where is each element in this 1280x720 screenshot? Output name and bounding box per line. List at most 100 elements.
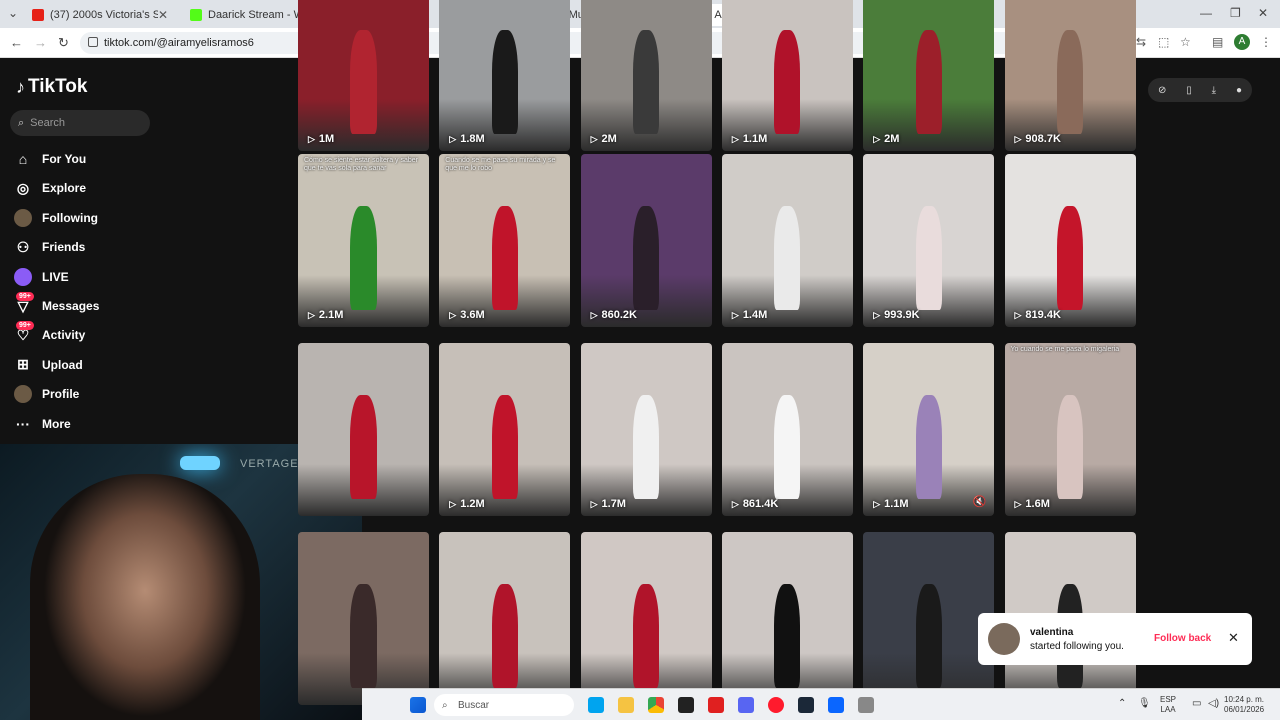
sidebar-item-upload[interactable]: ⊞ Upload bbox=[14, 356, 83, 374]
sidebar-item-friends[interactable]: ⚇ Friends bbox=[14, 238, 86, 256]
view-count: ▷ 1.8M bbox=[449, 133, 484, 145]
sidebar-item-profile[interactable]: Profile bbox=[14, 385, 79, 404]
obs-icon[interactable] bbox=[678, 697, 694, 713]
forward-icon[interactable]: → bbox=[34, 35, 47, 50]
discord-icon[interactable] bbox=[738, 697, 754, 713]
follow-back-button[interactable]: Follow back bbox=[1154, 633, 1211, 644]
url-text: tiktok.com/@airamyelisramos6 bbox=[104, 37, 254, 49]
file-explorer-icon[interactable] bbox=[618, 697, 634, 713]
download-icon[interactable]: ⤓ bbox=[1212, 85, 1216, 96]
follower-avatar[interactable] bbox=[988, 623, 1020, 655]
sidebar-item-following[interactable]: Following bbox=[14, 208, 98, 227]
video-thumbnail[interactable]: ▷ 1M bbox=[298, 0, 429, 151]
clock[interactable]: 10:24 p. m. 06/01/2026 bbox=[1224, 695, 1264, 715]
video-thumbnail[interactable]: Cómo se siente estar soltera y saber que… bbox=[298, 154, 429, 327]
site-info-icon[interactable] bbox=[88, 37, 98, 47]
settings-icon[interactable] bbox=[858, 697, 874, 713]
taskbar-search-placeholder: Buscar bbox=[458, 699, 490, 711]
tiktok-logo[interactable]: ♪ TikTok bbox=[16, 76, 87, 98]
chrome-icon[interactable] bbox=[648, 697, 664, 713]
webcam-light bbox=[180, 456, 220, 470]
thumbnail-figure bbox=[632, 205, 660, 310]
mute-icon[interactable]: 🔇 bbox=[972, 495, 986, 508]
play-icon: ▷ bbox=[590, 133, 598, 144]
avatar-icon[interactable]: ● bbox=[1236, 85, 1242, 96]
app-red-icon[interactable] bbox=[708, 697, 724, 713]
video-thumbnail[interactable] bbox=[298, 532, 429, 705]
video-thumbnail[interactable]: ▷ 993.9K bbox=[863, 154, 995, 327]
maximize-icon[interactable]: ❐ bbox=[1230, 6, 1241, 20]
clock-date: 06/01/2026 bbox=[1224, 705, 1265, 714]
video-thumbnail[interactable]: Yo cuando se me pasa lo migaleria ▷ 1.6M bbox=[1004, 343, 1136, 516]
video-thumbnail[interactable]: ▷ 861.4K bbox=[721, 343, 853, 516]
close-window-icon[interactable]: ✕ bbox=[1258, 6, 1268, 20]
view-count-text: 2M bbox=[601, 133, 617, 145]
thumbnail-figure bbox=[350, 29, 377, 134]
video-thumbnail[interactable]: ▷ 1.8M bbox=[439, 0, 571, 151]
video-thumbnail[interactable]: ▷ 1.1M bbox=[721, 0, 853, 151]
tab-search-icon[interactable]: ⌄ bbox=[8, 6, 18, 20]
start-icon[interactable] bbox=[410, 697, 426, 713]
search-input[interactable]: ⌕ Search bbox=[10, 110, 150, 136]
play-icon: ▷ bbox=[873, 498, 881, 509]
minimize-icon[interactable]: — bbox=[1200, 6, 1212, 20]
opera-icon[interactable] bbox=[768, 697, 784, 713]
app-blue-icon[interactable] bbox=[828, 697, 844, 713]
video-thumbnail[interactable]: ▷ 908.7K bbox=[1004, 0, 1136, 151]
steam-icon[interactable] bbox=[798, 697, 814, 713]
close-tab-icon[interactable]: ✕ bbox=[158, 8, 168, 22]
thumbnail-figure bbox=[774, 394, 801, 499]
sidebar-item-for-you[interactable]: ⌂ For You bbox=[14, 150, 86, 168]
tray-chevron-icon[interactable]: ⌃ bbox=[1118, 698, 1126, 711]
video-thumbnail[interactable]: ▷ 2M bbox=[863, 0, 995, 151]
live-icon bbox=[14, 267, 32, 286]
video-thumbnail[interactable]: ▷ 1.1M 🔇 bbox=[863, 343, 995, 516]
video-thumbnail[interactable] bbox=[298, 343, 429, 516]
floating-toolbar: ⊘ ▯ ⤓ ● bbox=[1148, 78, 1252, 102]
view-count-text: 1.6M bbox=[1025, 498, 1050, 510]
browser-tab[interactable]: (37) 2000s Victoria's Secret Mo✕ bbox=[24, 4, 176, 26]
view-count-text: 2M bbox=[884, 133, 900, 145]
network-icon[interactable]: ▭ bbox=[1192, 698, 1201, 711]
play-icon: ▷ bbox=[449, 498, 457, 509]
back-icon[interactable]: ← bbox=[10, 35, 23, 50]
video-thumbnail[interactable] bbox=[863, 532, 995, 705]
sidebar-item-messages[interactable]: 99+ ▽ Messages bbox=[14, 292, 99, 315]
avatar-icon bbox=[14, 208, 32, 227]
tab-label: (37) 2000s Victoria's Secret Mo bbox=[50, 9, 158, 21]
sidebar-item-live[interactable]: LIVE bbox=[14, 267, 69, 286]
phone-icon[interactable]: ▯ bbox=[1186, 85, 1192, 96]
video-thumbnail[interactable]: ▷ 1.7M bbox=[580, 343, 712, 516]
taskbar-search-input[interactable]: ⌕ Buscar bbox=[434, 694, 574, 716]
video-thumbnail[interactable] bbox=[439, 532, 571, 705]
bookmark-star-icon[interactable]: ☆ bbox=[1180, 35, 1191, 49]
extensions-icon[interactable]: ▤ bbox=[1212, 35, 1223, 49]
video-thumbnail[interactable]: ▷ 860.2K bbox=[580, 154, 712, 327]
sidebar-item-activity[interactable]: 99+ ♡ Activity bbox=[14, 321, 85, 344]
video-thumbnail[interactable]: ▷ 819.4K bbox=[1004, 154, 1136, 327]
view-count-text: 1.8M bbox=[460, 133, 485, 145]
profile-avatar[interactable]: A bbox=[1234, 34, 1250, 50]
video-thumbnail[interactable] bbox=[580, 532, 712, 705]
close-icon[interactable]: ✕ bbox=[1228, 630, 1239, 646]
install-icon[interactable]: ⬚ bbox=[1158, 35, 1169, 49]
menu-icon[interactable]: ⋮ bbox=[1260, 35, 1272, 49]
link-icon[interactable]: ⊘ bbox=[1158, 85, 1166, 96]
language-indicator[interactable]: ESP LAA bbox=[1160, 695, 1176, 715]
video-thumbnail[interactable]: ▷ 2M bbox=[580, 0, 712, 151]
follower-name[interactable]: valentina bbox=[1030, 627, 1073, 638]
video-thumbnail[interactable]: Cuando se me pasa su mirada y se que me … bbox=[439, 154, 571, 327]
view-count: ▷ 1.1M bbox=[732, 133, 767, 145]
mic-icon[interactable]: 🎙 bbox=[1138, 698, 1151, 711]
video-thumbnail[interactable]: ▷ 1.2M bbox=[439, 343, 571, 516]
translate-icon[interactable]: ⇆ bbox=[1136, 35, 1146, 49]
volume-icon[interactable]: ◁) bbox=[1208, 698, 1219, 711]
edge-icon[interactable] bbox=[588, 697, 604, 713]
video-thumbnail[interactable]: ▷ 1.4M bbox=[721, 154, 853, 327]
favicon-icon bbox=[190, 9, 202, 21]
video-thumbnail[interactable] bbox=[721, 532, 853, 705]
reload-icon[interactable]: ↻ bbox=[58, 35, 69, 51]
sidebar-item-explore[interactable]: ◎ Explore bbox=[14, 179, 86, 197]
sidebar-item-more[interactable]: ··· More bbox=[14, 415, 71, 433]
compass-icon: ◎ bbox=[16, 179, 30, 196]
